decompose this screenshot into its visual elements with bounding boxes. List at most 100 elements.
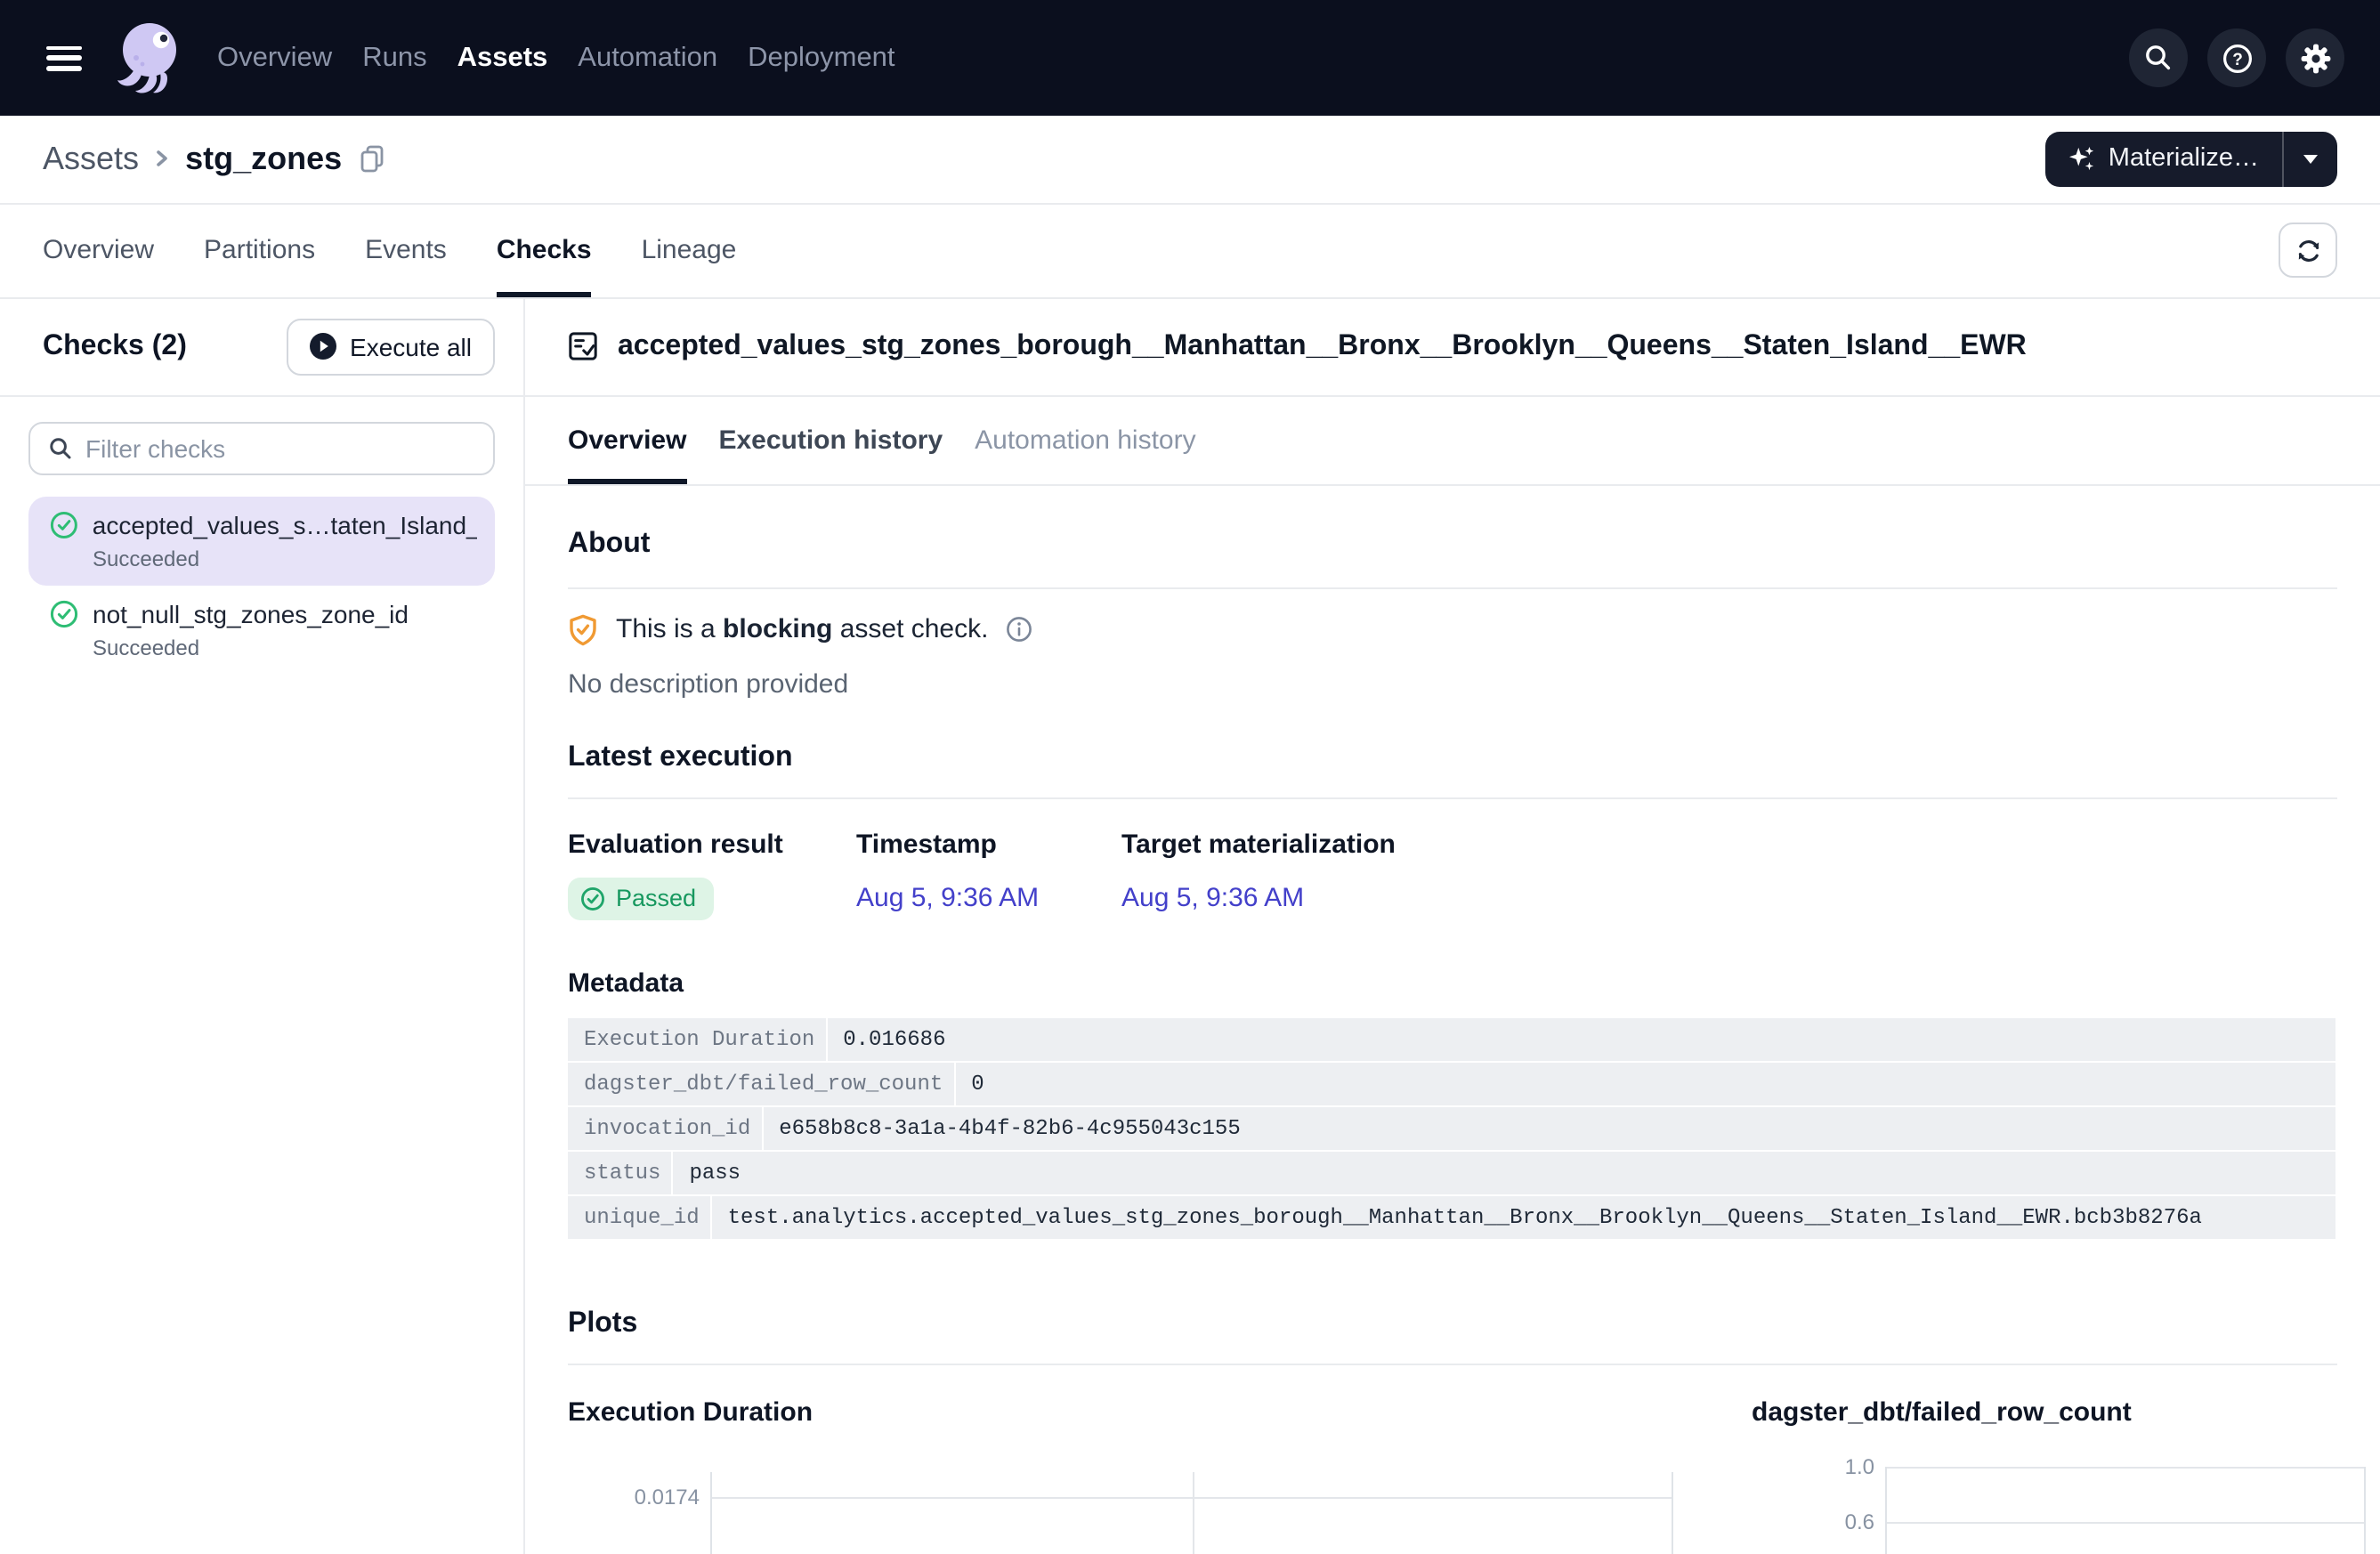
latest-execution-heading: Latest execution bbox=[568, 741, 2337, 773]
asset-check-icon bbox=[568, 332, 598, 362]
filter-checks-input[interactable] bbox=[85, 433, 475, 462]
hamburger-menu-icon[interactable] bbox=[46, 45, 82, 70]
y-axis-tick-label: 1.0 bbox=[1845, 1453, 1874, 1478]
filter-checks-field bbox=[28, 421, 495, 474]
check-overview-sections: About This is a blocking asset check. No… bbox=[525, 485, 2380, 1554]
metadata-value: test.analytics.accepted_values_stg_zones… bbox=[712, 1195, 2335, 1238]
timestamp-link[interactable]: Aug 5, 9:36 AM bbox=[856, 883, 1121, 913]
checks-count-title: Checks (2) bbox=[43, 331, 187, 363]
check-item-status: Succeeded bbox=[93, 635, 477, 660]
tab-events[interactable]: Events bbox=[365, 204, 447, 297]
plots-heading: Plots bbox=[568, 1307, 2337, 1340]
latest-execution-columns: Evaluation result Timestamp Target mater… bbox=[568, 829, 2337, 859]
check-detail-panel: accepted_values_stg_zones_borough__Manha… bbox=[525, 299, 2380, 1554]
no-description-text: No description provided bbox=[568, 668, 2337, 699]
materialize-dropdown-button[interactable] bbox=[2284, 132, 2337, 187]
asset-tabs-row: Overview Partitions Events Checks Lineag… bbox=[0, 204, 2380, 299]
passed-badge: Passed bbox=[568, 877, 714, 919]
section-divider bbox=[568, 587, 2337, 588]
asset-tabs: Overview Partitions Events Checks Lineag… bbox=[43, 204, 786, 297]
search-button[interactable] bbox=[2129, 28, 2188, 87]
svg-text:?: ? bbox=[2231, 50, 2242, 69]
metadata-key: Execution Duration bbox=[568, 1017, 827, 1060]
blocking-text: This is a blocking asset check. bbox=[616, 614, 988, 644]
metadata-key: status bbox=[568, 1151, 673, 1194]
nav-item-deployment[interactable]: Deployment bbox=[748, 42, 895, 74]
nav-actions: ? bbox=[2129, 28, 2344, 87]
metadata-value: pass bbox=[673, 1151, 2335, 1194]
about-heading: About bbox=[568, 528, 2337, 560]
primary-nav: Overview Runs Assets Automation Deployme… bbox=[217, 42, 895, 74]
shield-check-icon bbox=[568, 613, 598, 645]
execute-all-button[interactable]: Execute all bbox=[286, 319, 495, 376]
check-subtabs: Overview Execution history Automation hi… bbox=[525, 396, 2380, 485]
check-list-item[interactable]: not_null_stg_zones_zone_id Succeeded bbox=[28, 585, 495, 674]
table-row: invocation_id e658b8c8-3a1a-4b4f-82b6-4c… bbox=[568, 1106, 2335, 1151]
column-header-target-materialization: Target materialization bbox=[1121, 829, 2337, 859]
check-header: accepted_values_stg_zones_borough__Manha… bbox=[525, 299, 2380, 396]
top-navbar: Overview Runs Assets Automation Deployme… bbox=[0, 0, 2380, 116]
column-header-evaluation-result: Evaluation result bbox=[568, 829, 856, 859]
metadata-table: Execution Duration 0.016686 dagster_dbt/… bbox=[568, 1017, 2335, 1240]
refresh-button[interactable] bbox=[2279, 223, 2337, 279]
subtab-execution-history[interactable]: Execution history bbox=[718, 396, 943, 483]
check-success-icon bbox=[50, 510, 78, 538]
settings-button[interactable] bbox=[2286, 28, 2344, 87]
chart-gridline bbox=[1887, 1466, 2364, 1468]
check-success-icon bbox=[50, 599, 78, 627]
tab-lineage[interactable]: Lineage bbox=[642, 204, 737, 297]
table-row: unique_id test.analytics.accepted_values… bbox=[568, 1195, 2335, 1240]
badge-check-icon bbox=[580, 886, 605, 911]
section-divider bbox=[568, 797, 2337, 798]
metadata-heading: Metadata bbox=[568, 967, 2337, 998]
nav-item-overview[interactable]: Overview bbox=[217, 42, 332, 74]
tab-checks[interactable]: Checks bbox=[497, 204, 592, 297]
failed-row-count-chart: 1.0 0.6 bbox=[1885, 1466, 2366, 1554]
table-row: dagster_dbt/failed_row_count 0 bbox=[568, 1062, 2335, 1106]
tab-partitions[interactable]: Partitions bbox=[204, 204, 315, 297]
table-row: Execution Duration 0.016686 bbox=[568, 1017, 2335, 1062]
play-circle-icon bbox=[309, 334, 336, 360]
metadata-value: 0.016686 bbox=[827, 1017, 2335, 1060]
materialize-label: Materialize… bbox=[2109, 145, 2259, 174]
chart-gridline bbox=[712, 1497, 1672, 1499]
metadata-key: invocation_id bbox=[568, 1106, 763, 1149]
target-materialization-link[interactable]: Aug 5, 9:36 AM bbox=[1121, 883, 2337, 913]
metadata-key: unique_id bbox=[568, 1195, 712, 1238]
dagster-logo[interactable] bbox=[110, 17, 189, 99]
sparkle-icon bbox=[2069, 146, 2096, 173]
breadcrumb-assets-link[interactable]: Assets bbox=[43, 141, 139, 178]
chart-title-failed-row-count: dagster_dbt/failed_row_count bbox=[1752, 1396, 2132, 1427]
subtab-overview[interactable]: Overview bbox=[568, 396, 686, 483]
check-title: accepted_values_stg_zones_borough__Manha… bbox=[618, 331, 2027, 363]
check-item-name: accepted_values_s…taten_Island_ bbox=[93, 510, 477, 538]
tab-overview[interactable]: Overview bbox=[43, 204, 154, 297]
help-button[interactable]: ? bbox=[2207, 28, 2266, 87]
nav-item-automation[interactable]: Automation bbox=[578, 42, 717, 74]
materialize-button[interactable]: Materialize… bbox=[2046, 132, 2282, 187]
metadata-value: e658b8c8-3a1a-4b4f-82b6-4c955043c155 bbox=[763, 1106, 2335, 1149]
execute-all-label: Execute all bbox=[350, 333, 472, 361]
nav-item-runs[interactable]: Runs bbox=[362, 42, 426, 74]
checks-list: accepted_values_s…taten_Island_ Succeede… bbox=[0, 489, 523, 681]
plots-grid: Execution Duration dagster_dbt/failed_ro… bbox=[568, 1364, 2378, 1554]
copy-icon bbox=[358, 145, 386, 174]
latest-execution-values: Passed Aug 5, 9:36 AM Aug 5, 9:36 AM bbox=[568, 877, 2337, 919]
metadata-key: dagster_dbt/failed_row_count bbox=[568, 1062, 955, 1105]
info-icon[interactable] bbox=[1006, 616, 1032, 643]
execution-duration-chart: 0.0174 bbox=[710, 1471, 1673, 1554]
table-row: status pass bbox=[568, 1151, 2335, 1195]
checks-sidebar-header: Checks (2) Execute all bbox=[0, 299, 523, 396]
content-area: Checks (2) Execute all bbox=[0, 299, 2380, 1554]
refresh-icon bbox=[2294, 237, 2322, 265]
checks-sidebar: Checks (2) Execute all bbox=[0, 299, 525, 1554]
filter-search-icon bbox=[48, 435, 73, 460]
nav-item-assets[interactable]: Assets bbox=[457, 42, 548, 74]
chart-title-execution-duration: Execution Duration bbox=[568, 1396, 813, 1427]
check-list-item[interactable]: accepted_values_s…taten_Island_ Succeede… bbox=[28, 496, 495, 585]
breadcrumb-chevron-icon bbox=[151, 149, 173, 170]
search-icon bbox=[2143, 43, 2174, 73]
copy-asset-name-button[interactable] bbox=[358, 145, 386, 174]
subtab-automation-history: Automation history bbox=[975, 396, 1195, 483]
column-header-timestamp: Timestamp bbox=[856, 829, 1121, 859]
